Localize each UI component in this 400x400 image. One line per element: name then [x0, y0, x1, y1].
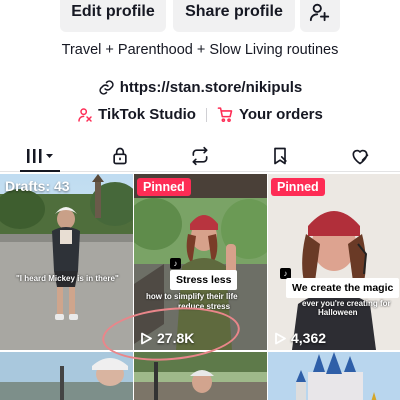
video-thumbnail-4-image	[0, 352, 133, 400]
share-profile-button[interactable]: Share profile	[173, 0, 295, 32]
edit-profile-button[interactable]: Edit profile	[60, 0, 166, 32]
video-caption: We create the magic	[286, 278, 400, 298]
grid-icon	[27, 148, 53, 163]
tab-liked[interactable]	[320, 140, 400, 171]
video-subcaption: Halloween	[318, 308, 358, 317]
video-thumbnail-6[interactable]	[268, 352, 400, 400]
video-thumbnail-6-image	[268, 352, 400, 400]
profile-actions: Edit profile Share profile	[0, 0, 400, 32]
your-orders-link[interactable]: Your orders	[217, 106, 323, 123]
video-thumbnail-4[interactable]	[0, 352, 133, 400]
video-thumbnail-5-image	[134, 352, 267, 400]
tiktok-caption-logo-icon: ♪	[170, 258, 181, 269]
video-subcaption: ever you're creating for	[302, 299, 391, 308]
your-orders-label: Your orders	[238, 106, 323, 123]
view-count: 27.8K	[140, 330, 194, 346]
link-icon	[99, 80, 114, 95]
creator-tools-row: TikTok Studio Your orders	[0, 106, 400, 123]
video-caption: "I heard Mickey is in there"	[16, 274, 119, 283]
tab-private[interactable]	[80, 140, 160, 171]
tiktok-studio-link[interactable]: TikTok Studio	[77, 106, 196, 123]
play-icon	[141, 332, 152, 344]
pinned-video-1[interactable]: Pinned ♪ Stress less how to simplify the…	[134, 174, 267, 350]
person-plus-icon	[309, 3, 330, 22]
profile-link-text: https://stan.store/nikipuls	[119, 79, 303, 96]
cart-icon	[217, 107, 233, 123]
video-caption: Stress less	[170, 270, 238, 290]
view-count-value: 4,362	[291, 330, 327, 346]
repost-icon	[192, 146, 208, 165]
bookmark-icon	[274, 147, 287, 164]
pinned-badge: Pinned	[271, 178, 325, 196]
video-thumbnail-5[interactable]	[134, 352, 267, 400]
drafts-thumbnail[interactable]: Drafts: 43 "I heard Mickey is in there"	[0, 174, 133, 350]
drafts-thumbnail-image	[0, 174, 133, 350]
video-subcaption: reduce stress	[178, 302, 231, 311]
play-icon	[275, 332, 286, 344]
view-count: 4,362	[274, 330, 326, 346]
divider	[205, 107, 207, 122]
video-subcaption: how to simplify their life	[146, 292, 238, 301]
liked-heart-icon	[352, 149, 369, 164]
tiktok-studio-label: TikTok Studio	[98, 106, 196, 123]
view-count-value: 27.8K	[157, 330, 195, 346]
lock-icon	[113, 147, 127, 164]
pinned-video-2-thumbnail	[268, 174, 400, 350]
profile-bio: Travel + Parenthood + Slow Living routin…	[61, 42, 339, 58]
profile-tabs	[0, 140, 400, 172]
tab-reposts[interactable]	[160, 140, 240, 171]
pinned-badge: Pinned	[137, 178, 191, 196]
tab-favorites[interactable]	[240, 140, 320, 171]
drafts-count: Drafts: 43	[5, 178, 70, 194]
profile-link[interactable]: https://stan.store/nikipuls	[0, 79, 400, 96]
tab-videos[interactable]	[0, 140, 80, 172]
pinned-video-1-thumbnail	[134, 174, 267, 350]
add-friend-button[interactable]	[300, 0, 340, 32]
pinned-video-2[interactable]: Pinned ♪ We create the magic ever you're…	[268, 174, 400, 350]
video-grid: Drafts: 43 "I heard Mickey is in there" …	[0, 174, 400, 400]
studio-person-icon	[78, 107, 92, 122]
